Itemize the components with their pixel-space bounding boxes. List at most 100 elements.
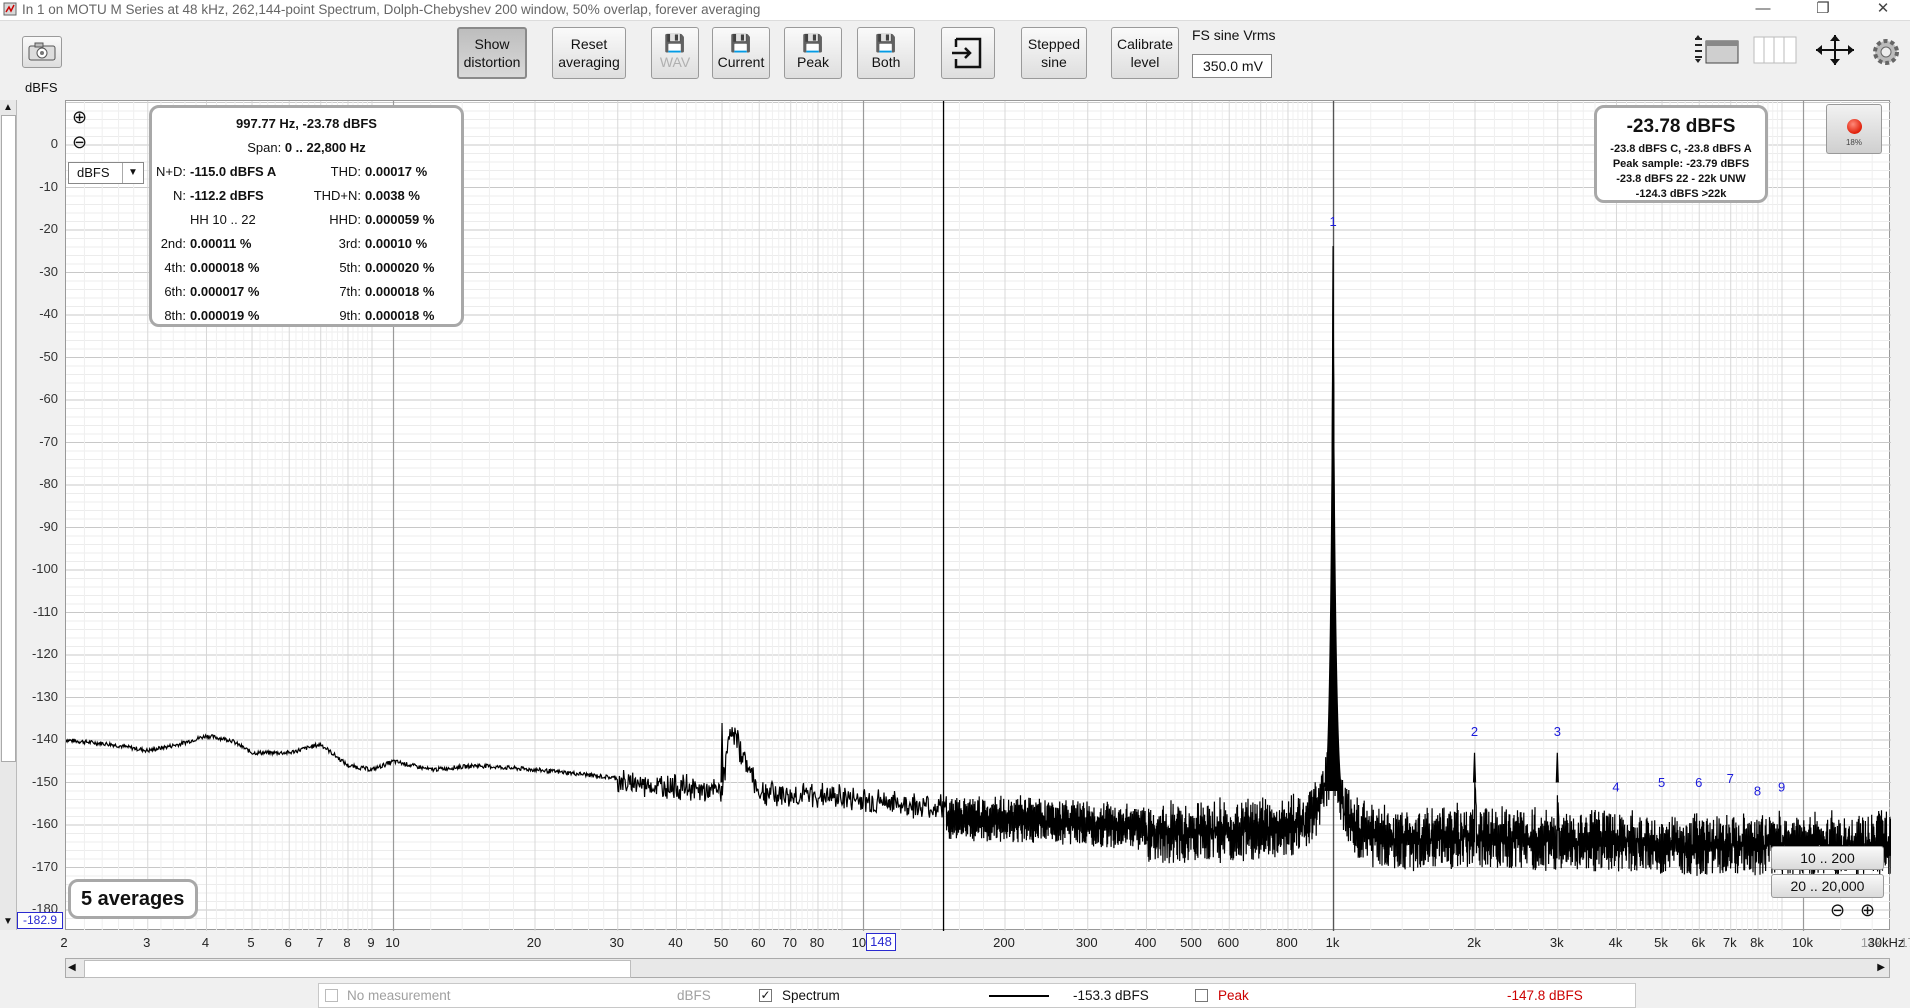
distortion-header: 997.77 Hz, -23.78 dBFS [236,116,377,131]
harmonic-marker: 3 [1554,724,1561,739]
harmonic-marker: 4 [1612,779,1619,794]
y-tick-label: -140 [31,731,58,746]
range-20-20000-button[interactable]: 20 .. 20,000 [1771,874,1884,898]
y-tick-label: -100 [31,561,58,576]
y-unit-select[interactable]: dBFS ▼ [68,162,144,184]
floppy-disk-icon: 💾 [802,34,824,53]
y-min-readout[interactable]: -182.9 [17,912,63,929]
export-button[interactable] [941,27,995,79]
y-tick-label: -60 [39,391,58,406]
reset-averaging-button[interactable]: Reset averaging [552,27,626,79]
x-tick-label: 200 [993,935,1015,950]
calibrate-level-label-2: level [1130,54,1160,70]
span-row: Span: 0 .. 22,800 Hz [152,140,461,155]
x-tick-label: 30kHz [1867,935,1905,950]
range-10-200-button[interactable]: 10 .. 200 [1771,846,1884,870]
distortion-v2-2: 0.000059 % [365,212,435,227]
distortion-v1-4: 0.000018 % [190,260,260,275]
cursor-frequency-readout[interactable]: 148 [866,933,896,951]
chevron-down-icon: ▼ [122,163,143,183]
x-tick-label: 400 [1134,935,1157,950]
spectrum-line-swatch [989,995,1049,997]
spectrum-checkbox[interactable]: ✓ [759,989,772,1002]
x-tick-label: 1k [1325,935,1340,950]
calibrate-level-button[interactable]: Calibrate level [1111,27,1179,79]
x-tick-label: 5 [247,935,255,950]
show-distortion-label-2: distortion [463,54,521,70]
y-tick-label: -50 [39,348,58,364]
x-zoom-in-icon[interactable]: ⊕ [1860,900,1875,921]
y-tick-label: -90 [39,518,58,534]
distortion-l1-3: 2nd: [160,236,186,251]
y-scroll-thumb[interactable] [1,115,16,762]
y-tick-label: 0 [50,136,58,151]
x-tick-label: 4k [1608,935,1623,950]
show-distortion-button[interactable]: Show distortion [457,27,527,79]
show-distortion-label-1: Show [474,36,510,52]
gear-icon[interactable] [1870,36,1902,68]
scroll-left-arrow[interactable]: ◀ [68,959,76,977]
y-unit-select-value: dBFS [77,165,110,180]
x-tick-label: 8 [343,935,351,950]
distortion-v1-0: -115.0 dBFS A [190,164,277,179]
y-tick-label: -160 [31,816,58,831]
both-label: Both [871,54,901,70]
zoom-in-icon[interactable]: ⊕ [72,107,87,128]
distortion-v2-3: 0.00010 % [365,236,428,251]
distortion-panel: 997.77 Hz, -23.78 dBFS Span: 0 .. 22,800… [149,105,464,327]
spectrum-peak [720,722,724,783]
stepped-sine-button[interactable]: Stepped sine [1021,27,1087,79]
y-tick-label: -130 [31,688,58,704]
x-tick-label: 9 [367,935,375,950]
peak-checkbox[interactable] [1195,989,1208,1002]
y-tick-label: -110 [32,603,58,619]
record-button[interactable]: 18% [1826,104,1882,154]
x-tick-label: 6k [1691,935,1706,950]
screenshot-camera-button[interactable] [22,36,62,68]
harmonic-marker: 8 [1754,784,1761,799]
no-measurement-checkbox[interactable] [325,989,338,1002]
x-scroll-thumb[interactable] [84,960,631,978]
wav-save-button[interactable]: 💾 WAV [651,27,699,79]
zoom-out-icon[interactable]: ⊖ [72,132,87,153]
x-zoom-out-icon[interactable]: ⊖ [1830,900,1845,921]
distortion-v2-1: 0.0038 % [365,188,420,203]
x-tick-label: 30 [609,935,624,950]
y-axis-unit-label: dBFS [25,80,58,95]
distortion-l1-5: 6th: [164,284,186,299]
distortion-l1-0: N+D: [156,164,186,179]
save-current-button[interactable]: 💾 Current [712,27,770,79]
harmonic-marker: 1 [1329,214,1336,229]
x-tick-label: 20 [526,935,542,950]
x-tick-label: 4 [201,935,210,950]
y-scroll-down-arrow[interactable]: ▼ [0,914,16,930]
peak-label: Peak [797,54,829,70]
distortion-v1-1: -112.2 dBFS [190,188,264,203]
averages-count: 5 averages [68,879,198,919]
fit-expand-icon[interactable] [1812,32,1858,68]
scroll-right-arrow[interactable]: ▶ [1877,959,1885,977]
save-peak-button[interactable]: 💾 Peak [784,27,842,79]
level-readout: -23.78 dBFS [1626,116,1736,137]
save-both-button[interactable]: 💾 Both [857,27,915,79]
reset-averaging-label-1: Reset [570,36,608,52]
x-tick-label: 2k [1467,935,1481,950]
close-button[interactable]: ✕ [1860,0,1906,20]
y-scroll-up-arrow[interactable]: ▲ [0,100,16,116]
distortion-l2-2: HHD: [329,212,361,227]
minimize-button[interactable]: — [1740,0,1786,20]
record-percent: 18% [1845,138,1862,147]
restore-button[interactable]: ❐ [1800,0,1846,20]
level-line-peak-sample: Peak sample: -23.79 dBFS [1612,158,1750,170]
x-scrollbar[interactable]: ◀ ▶ [65,958,1890,978]
peak-value: -147.8 dBFS [1507,988,1583,1003]
x-tick-label: 6 [284,935,292,950]
distortion-l2-0: THD: [330,164,361,179]
x-tick-label: 7 [316,935,324,950]
x-tick-label: 300 [1075,935,1098,950]
columns-icon[interactable] [1752,33,1798,67]
fs-sine-vrms-input[interactable]: 350.0 mV [1192,54,1272,78]
layout-panel-icon[interactable] [1692,33,1742,67]
distortion-l2-4: 5th: [339,260,361,275]
window-title: In 1 on MOTU M Series at 48 kHz, 262,144… [22,2,761,17]
